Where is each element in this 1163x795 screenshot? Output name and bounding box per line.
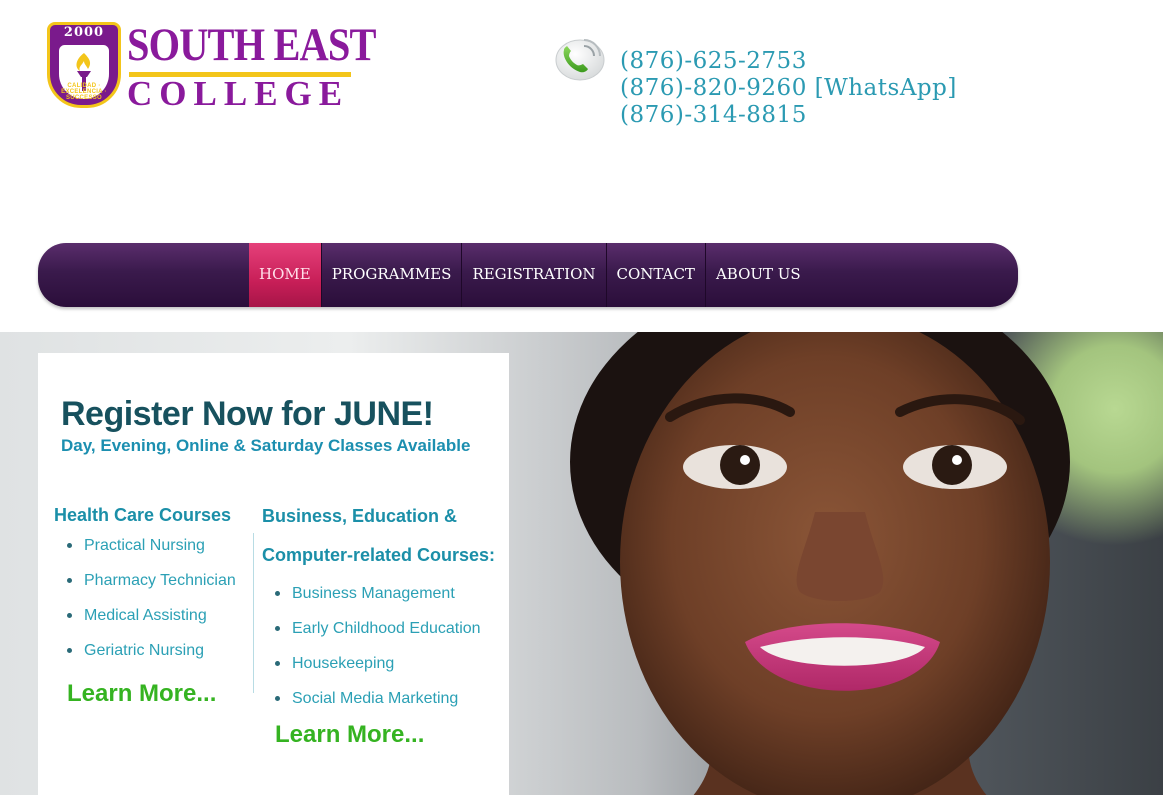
business-learn-more-link[interactable]: Learn More... xyxy=(275,721,424,749)
student-photo xyxy=(570,332,1070,795)
business-course-list: Business Management Early Childhood Educ… xyxy=(262,576,481,716)
list-item[interactable]: Pharmacy Technician xyxy=(54,563,236,598)
promo-headline: Register Now for JUNE! xyxy=(61,395,434,433)
crest-icon: 2000 CALIDAD · EXCELENCIA · SUCCESSO xyxy=(47,22,121,108)
main-nav: HOME PROGRAMMES REGISTRATION CONTACT ABO… xyxy=(38,243,1018,307)
college-logo[interactable]: 2000 CALIDAD · EXCELENCIA · SUCCESSO SOU… xyxy=(47,19,376,113)
nav-contact[interactable]: CONTACT xyxy=(607,243,706,307)
promo-card: Register Now for JUNE! Day, Evening, Onl… xyxy=(38,353,509,795)
page: 2000 CALIDAD · EXCELENCIA · SUCCESSO SOU… xyxy=(0,0,1163,795)
logo-line-2: COLLEGE xyxy=(127,74,350,113)
crest-year: 2000 xyxy=(63,25,105,40)
nav-registration[interactable]: REGISTRATION xyxy=(462,243,607,307)
list-item[interactable]: Practical Nursing xyxy=(54,528,236,563)
phone-number-3[interactable]: (876)-314-8815 xyxy=(620,102,957,129)
list-item[interactable]: Medical Assisting xyxy=(54,598,236,633)
crest-motto: CALIDAD · EXCELENCIA · SUCCESSO xyxy=(61,83,107,101)
nav-programmes[interactable]: PROGRAMMES xyxy=(322,243,463,307)
phone-icon xyxy=(555,39,605,81)
business-title-line-2: Computer-related Courses: xyxy=(262,545,496,565)
nav-home[interactable]: HOME xyxy=(249,243,322,307)
phone-number-1[interactable]: (876)-625-2753 xyxy=(620,48,957,75)
list-item[interactable]: Housekeeping xyxy=(262,646,481,681)
list-item[interactable]: Business Management xyxy=(262,576,481,611)
health-learn-more-link[interactable]: Learn More... xyxy=(67,680,216,708)
promo-subhead: Day, Evening, Online & Saturday Classes … xyxy=(61,436,471,455)
logo-line-1: SOUTH EAST xyxy=(127,19,376,71)
list-item[interactable]: Early Childhood Education xyxy=(262,611,481,646)
phone-number-whatsapp[interactable]: (876)-820-9260 [WhatsApp] xyxy=(620,75,957,102)
health-care-list: Practical Nursing Pharmacy Technician Me… xyxy=(54,528,236,668)
column-divider xyxy=(253,533,254,693)
list-item[interactable]: Social Media Marketing xyxy=(262,681,481,716)
health-care-title: Health Care Courses xyxy=(54,505,232,525)
phone-numbers: (876)-625-2753 (876)-820-9260 [WhatsApp]… xyxy=(620,48,957,129)
business-title-line-1: Business, Education & xyxy=(262,506,458,526)
list-item[interactable]: Geriatric Nursing xyxy=(54,633,236,668)
nav-about-us[interactable]: ABOUT US xyxy=(706,243,811,307)
